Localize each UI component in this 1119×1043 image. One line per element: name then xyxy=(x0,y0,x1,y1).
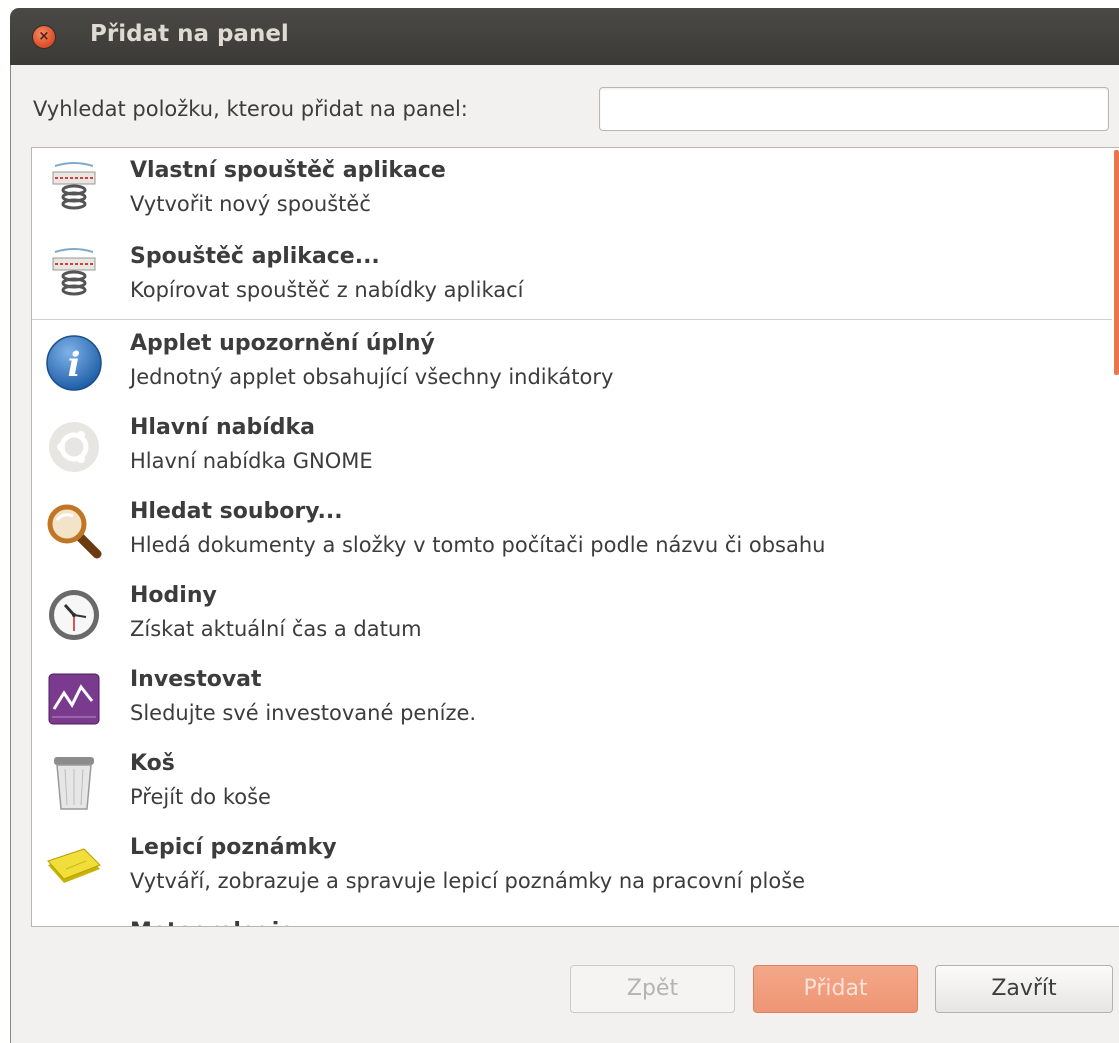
list-scrollbar[interactable] xyxy=(1114,150,1119,375)
item-description: Sledujte své investované peníze. xyxy=(130,701,477,725)
list-item[interactable]: Lepicí poznámky Vytváří, zobrazuje a spr… xyxy=(32,825,1102,909)
trash-icon xyxy=(44,753,104,813)
item-name: Applet upozornění úplný xyxy=(130,331,435,356)
list-item[interactable]: Hodiny Získat aktuální čas a datum xyxy=(32,573,1102,657)
item-name: Koš xyxy=(130,751,175,776)
ubuntu-logo-icon xyxy=(44,417,104,477)
add-to-panel-dialog: Vyhledat položku, kterou přidat na panel… xyxy=(10,65,1119,1043)
list-item[interactable]: Hlavní nabídka Hlavní nabídka GNOME xyxy=(32,405,1102,489)
launcher-icon xyxy=(44,246,104,306)
search-label: Vyhledat položku, kterou přidat na panel… xyxy=(33,97,468,121)
launcher-icon xyxy=(44,160,104,220)
info-icon: i xyxy=(44,333,104,393)
close-icon[interactable]: × xyxy=(33,26,55,48)
item-description: Získat aktuální čas a datum xyxy=(130,617,422,641)
add-button[interactable]: Přidat xyxy=(753,965,918,1013)
list-separator xyxy=(32,319,1112,320)
list-item[interactable]: i Applet upozornění úplný Jednotný apple… xyxy=(32,321,1102,405)
back-button[interactable]: Zpět xyxy=(570,965,735,1013)
magnifier-icon xyxy=(44,501,104,561)
item-name: Lepicí poznámky xyxy=(130,835,337,860)
list-item[interactable]: Meteorologie xyxy=(32,909,1102,926)
sticky-notes-icon xyxy=(44,837,104,897)
window-title: Přidat na panel xyxy=(90,21,289,47)
item-name: Meteorologie xyxy=(130,919,294,926)
list-item[interactable]: Hledat soubory... Hledá dokumenty a slož… xyxy=(32,489,1102,573)
item-name: Vlastní spouštěč aplikace xyxy=(130,158,446,183)
list-item[interactable]: Spouštěč aplikace... Kopírovat spouštěč … xyxy=(32,234,1102,318)
item-description: Vytváří, zobrazuje a spravuje lepicí poz… xyxy=(130,869,806,893)
list-item[interactable]: Koš Přejít do koše xyxy=(32,741,1102,825)
item-name: Investovat xyxy=(130,667,262,692)
clock-icon xyxy=(44,585,104,645)
item-name: Spouštěč aplikace... xyxy=(130,244,380,269)
stock-chart-icon xyxy=(44,669,104,729)
item-description: Hledá dokumenty a složky v tomto počítač… xyxy=(130,533,826,557)
list-item[interactable]: Investovat Sledujte své investované pení… xyxy=(32,657,1102,741)
list-item[interactable]: Vlastní spouštěč aplikace Vytvořit nový … xyxy=(32,148,1102,232)
svg-text:i: i xyxy=(68,345,81,385)
item-description: Vytvořit nový spouštěč xyxy=(130,192,371,216)
applet-list[interactable]: Vlastní spouštěč aplikace Vytvořit nový … xyxy=(31,147,1119,927)
title-bar: × Přidat na panel xyxy=(10,8,1119,65)
item-name: Hledat soubory... xyxy=(130,499,343,524)
close-button[interactable]: Zavřít xyxy=(935,965,1113,1013)
item-name: Hodiny xyxy=(130,583,217,608)
item-description: Jednotný applet obsahující všechny indik… xyxy=(130,365,614,389)
item-name: Hlavní nabídka xyxy=(130,415,316,440)
search-input[interactable] xyxy=(599,87,1109,131)
item-description: Hlavní nabídka GNOME xyxy=(130,449,373,473)
item-description: Přejít do koše xyxy=(130,785,271,809)
item-description: Kopírovat spouštěč z nabídky aplikací xyxy=(130,278,524,302)
